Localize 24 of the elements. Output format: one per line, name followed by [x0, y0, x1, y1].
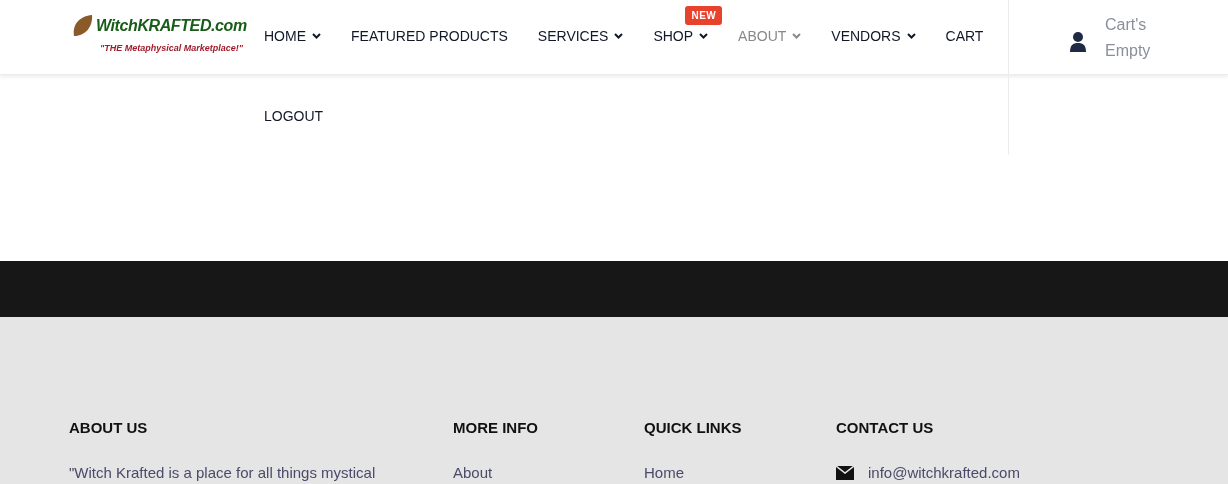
nav-link[interactable]: VENDORS — [831, 25, 916, 47]
tagline: "THE Metaphysical Marketplace!" — [100, 42, 244, 55]
nav-link[interactable]: ABOUT — [738, 25, 802, 47]
footer-heading: CONTACT US — [836, 418, 935, 438]
nav-link[interactable]: SHOP — [653, 25, 709, 47]
nav-link[interactable]: LOGOUT — [264, 105, 324, 127]
nav-link[interactable]: CART — [945, 25, 984, 47]
footer-link[interactable]: info@witchkrafted.com — [868, 461, 1020, 484]
leaf-icon — [72, 14, 94, 38]
user-icon[interactable] — [1069, 32, 1087, 52]
footer-heading: ABOUT US — [69, 418, 149, 438]
footer-heading: MORE INFO — [453, 418, 539, 438]
envelope-icon — [836, 465, 854, 480]
nav-link[interactable]: FEATURED PRODUCTS — [351, 25, 508, 47]
about-text: "Witch Krafted is a place for all things mystical — [69, 462, 376, 483]
nav-link[interactable]: SERVICES — [537, 25, 624, 47]
logo[interactable]: WitchKRAFTED.com — [96, 14, 247, 38]
footer-link[interactable]: Home — [644, 461, 684, 484]
cart-status: Empty — [1105, 41, 1151, 61]
cart-status: Cart's — [1105, 15, 1148, 35]
nav-link[interactable]: HOME — [264, 25, 321, 47]
footer-heading: QUICK LINKS — [644, 418, 743, 438]
footer-link[interactable]: About — [453, 461, 493, 484]
new-badge: NEW — [685, 6, 723, 25]
